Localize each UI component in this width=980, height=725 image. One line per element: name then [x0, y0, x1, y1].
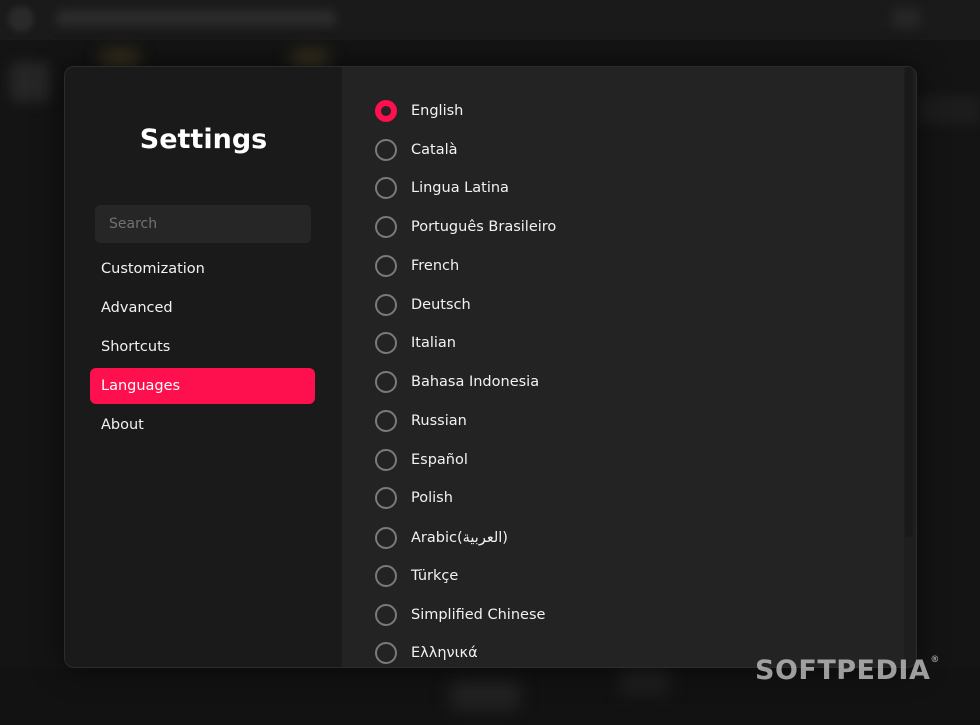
- language-label: English: [411, 103, 464, 119]
- watermark-text: SOFTPEDIA: [755, 655, 931, 686]
- language-label: Russian: [411, 413, 467, 429]
- language-option-russian[interactable]: Russian: [375, 407, 467, 435]
- search-input[interactable]: [107, 215, 307, 233]
- background-button: [450, 680, 520, 710]
- language-label: Català: [411, 142, 458, 158]
- language-option-portuguese-br[interactable]: Português Brasileiro: [375, 213, 556, 241]
- background-panel: [915, 95, 980, 125]
- radio-icon[interactable]: [375, 487, 397, 509]
- language-label: Lingua Latina: [411, 180, 509, 196]
- language-option-arabic[interactable]: Arabic(العربية): [375, 524, 508, 552]
- language-label: Simplified Chinese: [411, 607, 546, 623]
- search-box[interactable]: [95, 205, 311, 243]
- radio-icon[interactable]: [375, 449, 397, 471]
- registered-mark: ®: [930, 655, 940, 665]
- languages-panel: English Català Lingua Latina Português B…: [342, 67, 916, 667]
- language-option-turkish[interactable]: Türkçe: [375, 562, 458, 590]
- radio-icon[interactable]: [375, 565, 397, 587]
- radio-icon[interactable]: [375, 642, 397, 664]
- background-logo: [8, 6, 34, 32]
- language-option-chinese-simplified[interactable]: Simplified Chinese: [375, 601, 545, 629]
- radio-icon[interactable]: [375, 332, 397, 354]
- language-option-indonesian[interactable]: Bahasa Indonesia: [375, 368, 539, 396]
- radio-icon[interactable]: [375, 371, 397, 393]
- language-option-latin[interactable]: Lingua Latina: [375, 174, 509, 202]
- settings-sidebar: Settings Customization Advanced Shortcut…: [65, 67, 342, 667]
- language-label: Español: [411, 452, 468, 468]
- radio-checked-icon[interactable]: [375, 100, 397, 122]
- language-label: Bahasa Indonesia: [411, 374, 540, 390]
- language-label: Italian: [411, 335, 456, 351]
- language-option-spanish[interactable]: Español: [375, 446, 468, 474]
- nav-item-shortcuts[interactable]: Shortcuts: [90, 329, 315, 365]
- language-label: French: [411, 258, 460, 274]
- language-label: Arabic(العربية): [411, 530, 508, 546]
- language-label: Türkçe: [411, 568, 459, 584]
- radio-icon[interactable]: [375, 255, 397, 277]
- radio-icon[interactable]: [375, 294, 397, 316]
- language-option-deutsch[interactable]: Deutsch: [375, 291, 471, 319]
- nav-item-about[interactable]: About: [90, 407, 315, 443]
- language-label: Polish: [411, 490, 453, 506]
- scrollbar-thumb[interactable]: [905, 67, 913, 537]
- language-label: Português Brasileiro: [411, 219, 557, 235]
- language-option-catala[interactable]: Català: [375, 136, 458, 164]
- radio-icon[interactable]: [375, 604, 397, 626]
- watermark-logo: SOFTPEDIA®: [755, 655, 940, 686]
- nav-item-languages[interactable]: Languages: [90, 368, 315, 404]
- radio-icon[interactable]: [375, 139, 397, 161]
- language-option-polish[interactable]: Polish: [375, 484, 453, 512]
- nav-item-customization[interactable]: Customization: [90, 251, 315, 287]
- language-option-greek[interactable]: Ελληνικά: [375, 639, 478, 667]
- background-thumbnail: [10, 62, 50, 102]
- language-label: Ελληνικά: [411, 645, 478, 661]
- language-option-french[interactable]: French: [375, 252, 459, 280]
- language-option-english[interactable]: English: [375, 97, 463, 125]
- radio-icon[interactable]: [375, 527, 397, 549]
- radio-icon[interactable]: [375, 177, 397, 199]
- background-control: [892, 8, 920, 28]
- radio-icon[interactable]: [375, 216, 397, 238]
- background-button: [620, 665, 670, 695]
- nav-item-advanced[interactable]: Advanced: [90, 290, 315, 326]
- language-option-italian[interactable]: Italian: [375, 329, 456, 357]
- settings-dialog: Settings Customization Advanced Shortcut…: [64, 66, 917, 668]
- radio-icon[interactable]: [375, 410, 397, 432]
- settings-title: Settings: [139, 124, 268, 155]
- language-label: Deutsch: [411, 297, 471, 313]
- background-title: [56, 10, 336, 26]
